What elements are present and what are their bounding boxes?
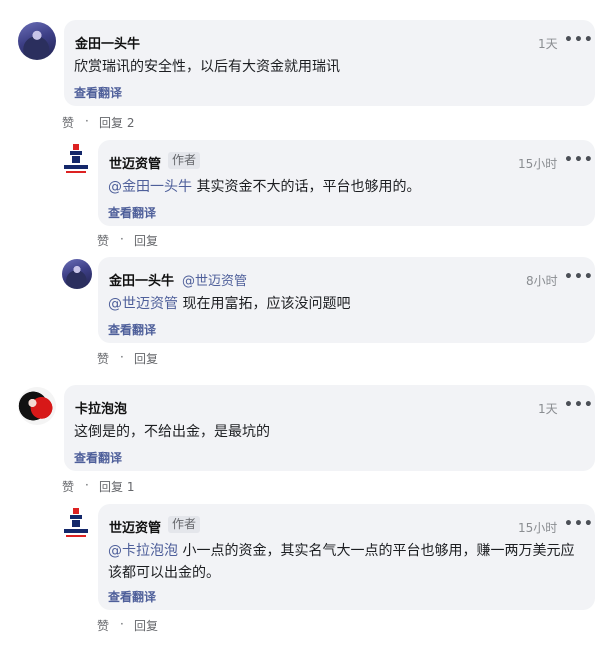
comment-author[interactable]: 金田一头牛 [109, 270, 174, 289]
mention-link[interactable]: @世迈资管 [108, 296, 178, 312]
see-translation-link[interactable]: 查看翻译 [108, 321, 156, 338]
comment-text: 这倒是的，不给出金，是最坑的 [74, 424, 270, 440]
more-options-icon[interactable]: ••• [564, 397, 594, 413]
see-translation-link[interactable]: 查看翻译 [74, 449, 122, 466]
separator-dot: · [120, 617, 124, 631]
comment-text: @金田一头牛 其实资金不大的话，平台也够用的。 [108, 179, 421, 195]
more-options-icon[interactable]: ••• [564, 152, 594, 168]
like-button[interactable]: 赞 [97, 350, 109, 367]
comment-author[interactable]: 卡拉泡泡 [75, 398, 127, 417]
comment-bubble: 金田一头牛 1天 ••• 欣赏瑞讯的安全性，以后有大资金就用瑞讯 查看翻译 [64, 20, 595, 106]
comment-bubble: 世迈资管 作者 15小时 ••• @金田一头牛 其实资金不大的话，平台也够用的。… [98, 140, 595, 226]
comment-time: 15小时 [518, 157, 558, 171]
comment-text: @卡拉泡泡 小一点的资金，其实名气大一点的平台也够用，赚一两万美元应该都可以出金… [108, 543, 575, 581]
comment-time: 8小时 [526, 274, 558, 288]
reply-button[interactable]: 回复 [134, 232, 158, 249]
like-button[interactable]: 赞 [62, 114, 74, 131]
mention-link[interactable]: @金田一头牛 [108, 179, 192, 195]
see-translation-link[interactable]: 查看翻译 [108, 204, 156, 221]
comment-text: @世迈资管 现在用富拓，应该没问题吧 [108, 296, 351, 312]
reply-button[interactable]: 回复 [134, 617, 158, 634]
more-options-icon[interactable]: ••• [564, 516, 594, 532]
comment-author[interactable]: 世迈资管 [109, 153, 161, 172]
comment-time: 1天 [538, 402, 558, 416]
reply-button[interactable]: 回复 [134, 350, 158, 367]
comment-time: 15小时 [518, 521, 558, 535]
separator-dot: · [85, 478, 89, 492]
like-button[interactable]: 赞 [97, 617, 109, 634]
avatar[interactable] [62, 142, 90, 176]
separator-dot: · [85, 114, 89, 128]
avatar[interactable] [18, 22, 56, 60]
separator-dot: · [120, 350, 124, 364]
more-options-icon[interactable]: ••• [564, 32, 594, 48]
author-badge: 作者 [168, 152, 201, 169]
avatar[interactable] [62, 259, 92, 289]
comment-author[interactable]: 世迈资管 [109, 517, 161, 536]
reply-button[interactable]: 回复 1 [99, 478, 134, 495]
comment-time: 1天 [538, 37, 558, 51]
reply-button[interactable]: 回复 2 [99, 114, 134, 131]
more-options-icon[interactable]: ••• [564, 269, 594, 285]
comment-bubble: 金田一头牛 @世迈资管 8小时 ••• @世迈资管 现在用富拓，应该没问题吧 查… [98, 257, 595, 343]
comment-bubble: 世迈资管 作者 15小时 ••• @卡拉泡泡 小一点的资金，其实名气大一点的平台… [98, 504, 595, 610]
comment-bubble: 卡拉泡泡 1天 ••• 这倒是的，不给出金，是最坑的 查看翻译 [64, 385, 595, 471]
separator-dot: · [120, 232, 124, 246]
comment-text: 欣赏瑞讯的安全性，以后有大资金就用瑞讯 [74, 59, 340, 75]
avatar[interactable] [18, 387, 56, 425]
mention-link[interactable]: @卡拉泡泡 [108, 543, 178, 559]
like-button[interactable]: 赞 [62, 478, 74, 495]
comment-author[interactable]: 金田一头牛 [75, 33, 140, 52]
reply-to-mention[interactable]: @世迈资管 [182, 270, 247, 289]
see-translation-link[interactable]: 查看翻译 [74, 84, 122, 101]
see-translation-link[interactable]: 查看翻译 [108, 588, 156, 605]
like-button[interactable]: 赞 [97, 232, 109, 249]
avatar[interactable] [62, 506, 90, 540]
author-badge: 作者 [168, 516, 201, 533]
